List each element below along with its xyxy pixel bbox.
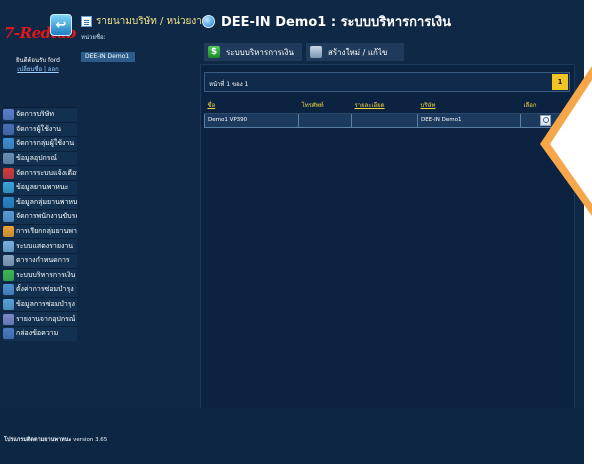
sidebar-item-label: จัดการระบบแจ้งเตือน bbox=[16, 168, 77, 177]
dollar-icon: $ bbox=[208, 46, 220, 58]
sidebar-item-vehicles[interactable]: ข้อมูลยานพาหนะ bbox=[3, 179, 77, 195]
users-icon bbox=[3, 138, 14, 150]
sidebar-item-label: ข้อมูลการซ่อมบำรุง bbox=[16, 300, 75, 309]
sidebar-item-inbox[interactable]: กล่องข้อความ bbox=[3, 325, 77, 341]
vehicle-group-icon bbox=[3, 196, 14, 208]
page-title: DEE-IN Demo1 : ระบบบริหารการเงิน bbox=[202, 11, 451, 32]
sidebar-item-vehicle-groups[interactable]: ข้อมูลกลุ่มยานพาหนะ bbox=[3, 194, 77, 210]
sidebar-item-label: ระบบบริหารการเงิน bbox=[16, 270, 76, 279]
page-title-text: DEE-IN Demo1 : ระบบบริหารการเงิน bbox=[221, 15, 451, 30]
tab-finance-label: ระบบบริหารการเงิน bbox=[226, 47, 294, 57]
edit-icon bbox=[310, 46, 322, 58]
mail-icon bbox=[3, 328, 14, 340]
column-header-detail[interactable]: รายละเอียด bbox=[351, 98, 418, 114]
data-table: ชื่อ โทรศัพท์ รายละเอียด บริษัท เลือก De… bbox=[204, 98, 571, 128]
alert-icon bbox=[3, 167, 14, 179]
org-heading: รายนามบริษัท / หน่วยงาน bbox=[81, 14, 209, 29]
tab-create-edit-label: สร้างใหม่ / แก้ไข bbox=[328, 47, 388, 57]
cell-name: Demo1 VP390 bbox=[204, 112, 299, 128]
sidebar-item-maintenance-settings[interactable]: ตั้งค่าการซ่อมบำรุง bbox=[3, 282, 77, 297]
sidebar-item-alerts[interactable]: จัดการระบบแจ้งเตือน bbox=[3, 165, 77, 180]
main-panel: หน้าที่ 1 ของ 1 1 ชื่อ โทรศัพท์ รายละเอี… bbox=[200, 64, 575, 409]
org-label: หน่วยชื่อ: bbox=[81, 34, 106, 41]
chart-icon bbox=[3, 313, 14, 325]
sidebar-item-device-reports[interactable]: รายงานจากอุปกรณ์ bbox=[3, 311, 77, 326]
home-icon[interactable]: ↩ bbox=[50, 14, 72, 36]
user-icon bbox=[3, 123, 14, 135]
report-icon bbox=[3, 240, 14, 252]
version-text: version 3.65 bbox=[73, 437, 108, 443]
sidebar-item-drivers[interactable]: จัดการพนักงานขับรถ bbox=[3, 209, 77, 224]
sidebar-item-label: ตั้งค่าการซ่อมบำรุง bbox=[16, 285, 74, 294]
version-info: โปรแกรมติดตามยานพาหนะ version 3.65 bbox=[4, 436, 107, 444]
globe-icon bbox=[202, 15, 215, 28]
column-header-name[interactable]: ชื่อ bbox=[204, 98, 299, 114]
sidebar-item-reports[interactable]: ระบบแสดงรายงาน bbox=[3, 238, 77, 253]
version-label: โปรแกรมติดตามยานพาหนะ bbox=[4, 437, 72, 443]
column-header-phone: โทรศัพท์ bbox=[298, 98, 352, 114]
sidebar-item-company[interactable]: จัดการบริษัท bbox=[3, 107, 77, 122]
sidebar-item-label: การเรียกกลุ่มยานพาหนะ bbox=[16, 227, 77, 236]
list-icon bbox=[81, 16, 92, 27]
sidebar-item-users[interactable]: จัดการผู้ใช้งาน bbox=[3, 121, 77, 137]
sidebar-item-user-groups[interactable]: จัดการกลุ่มผู้ใช้งาน bbox=[3, 136, 77, 151]
tab-create-edit[interactable]: สร้างใหม่ / แก้ไข bbox=[306, 43, 404, 61]
sidebar-item-label: ระบบแสดงรายงาน bbox=[16, 241, 74, 250]
sidebar-item-label: ข้อมูลยานพาหนะ bbox=[16, 183, 69, 192]
sidebar-item-schedule[interactable]: ตารางกำหนดการ bbox=[3, 252, 77, 268]
calendar-icon bbox=[3, 255, 14, 267]
device-icon bbox=[3, 153, 14, 165]
sidebar-item-label: จัดการพนักงานขับรถ bbox=[16, 212, 77, 221]
driver-icon bbox=[3, 211, 14, 223]
sidebar-item-label: ข้อมูลกลุ่มยานพาหนะ bbox=[16, 197, 77, 206]
callout-arrow-icon bbox=[540, 66, 592, 216]
org-selector[interactable]: DEE-IN Demo1 bbox=[81, 52, 135, 62]
pager-bar: หน้าที่ 1 ของ 1 1 bbox=[204, 72, 570, 92]
app-frame: 7-Redtab ↩ ยินดีต้อนรับ ford เปลี่ยนชื่อ… bbox=[0, 0, 584, 464]
dollar-icon bbox=[3, 269, 14, 281]
sidebar-item-label: จัดการผู้ใช้งาน bbox=[16, 124, 61, 133]
wrench-icon bbox=[3, 284, 14, 296]
company-icon bbox=[3, 109, 14, 121]
cell-detail bbox=[351, 112, 418, 128]
sidebar: จัดการบริษัท จัดการผู้ใช้งาน จัดการกลุ่ม… bbox=[3, 107, 77, 341]
sidebar-item-label: จัดการกลุ่มผู้ใช้งาน bbox=[16, 139, 75, 148]
table-row: Demo1 VP390 DEE-IN Demo1 bbox=[204, 112, 571, 128]
user-info: ยินดีต้อนรับ ford เปลี่ยนชื่อ | ออก bbox=[6, 56, 70, 74]
sidebar-item-label: ตารางกำหนดการ bbox=[16, 256, 70, 265]
table-header-row: ชื่อ โทรศัพท์ รายละเอียด บริษัท เลือก bbox=[204, 98, 571, 114]
sidebar-item-vehicle-call[interactable]: การเรียกกลุ่มยานพาหนะ bbox=[3, 223, 77, 239]
sidebar-item-finance[interactable]: ระบบบริหารการเงิน bbox=[3, 267, 77, 283]
column-header-company[interactable]: บริษัท bbox=[417, 98, 521, 114]
vehicle-icon bbox=[3, 182, 14, 194]
maintenance-icon bbox=[3, 299, 14, 311]
pager-text: หน้าที่ 1 ของ 1 bbox=[209, 81, 249, 88]
tab-finance[interactable]: $ ระบบบริหารการเงิน bbox=[204, 43, 302, 61]
org-heading-label: รายนามบริษัท / หน่วยงาน bbox=[96, 16, 209, 27]
call-icon bbox=[3, 226, 14, 238]
sidebar-item-label: รายงานจากอุปกรณ์ bbox=[16, 314, 76, 323]
sidebar-item-maintenance-data[interactable]: ข้อมูลการซ่อมบำรุง bbox=[3, 296, 77, 312]
sidebar-item-label: ข้อมูลอุปกรณ์ bbox=[16, 154, 58, 163]
sidebar-item-label: จัดการบริษัท bbox=[16, 110, 55, 119]
cell-phone bbox=[298, 112, 352, 128]
cell-company: DEE-IN Demo1 bbox=[417, 112, 521, 128]
user-links[interactable]: เปลี่ยนชื่อ | ออก bbox=[6, 65, 70, 74]
user-name: ยินดีต้อนรับ ford bbox=[15, 57, 60, 64]
sidebar-item-devices[interactable]: ข้อมูลอุปกรณ์ bbox=[3, 150, 77, 166]
sidebar-item-label: กล่องข้อความ bbox=[16, 329, 59, 338]
